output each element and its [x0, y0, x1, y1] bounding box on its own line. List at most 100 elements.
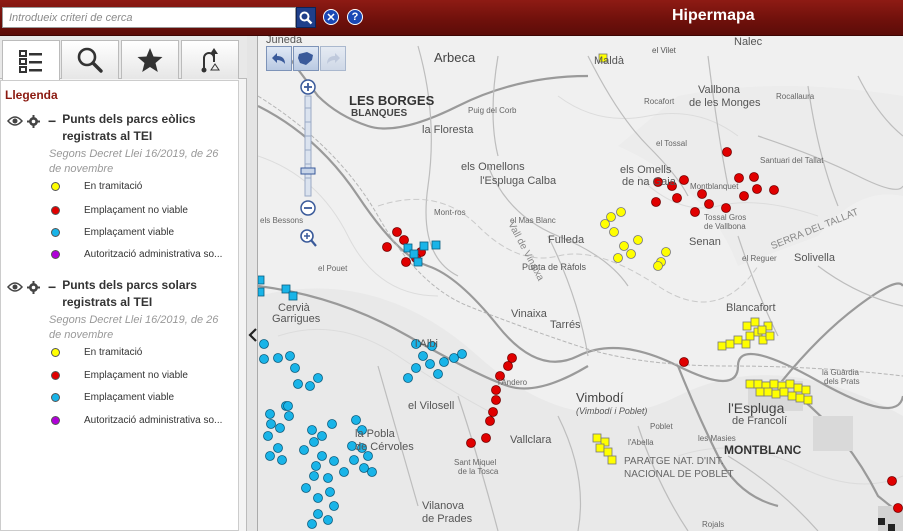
- place-label: de Vallbona: [704, 222, 746, 231]
- place-label: Vilanova: [422, 500, 464, 512]
- map-nav-buttons: [266, 46, 346, 71]
- legend-item: En tramitació: [51, 181, 231, 192]
- place-label: dels Prats: [824, 377, 860, 386]
- app-title: Hipermapa: [672, 7, 755, 24]
- star-icon: [137, 48, 163, 72]
- full-extent-button[interactable]: [293, 46, 319, 71]
- place-label: Vallbona: [698, 84, 740, 96]
- place-label: Nalec: [734, 36, 763, 48]
- place-label: Vimbodí: [576, 390, 624, 405]
- clear-search-button[interactable]: ✕: [323, 9, 339, 25]
- place-label: Puig del Corb: [468, 106, 517, 115]
- place-label: l'Andero: [498, 378, 528, 387]
- gear-icon[interactable]: [27, 114, 40, 128]
- place-label: de la Tosca: [458, 467, 499, 476]
- back-button[interactable]: [266, 46, 292, 71]
- eye-icon[interactable]: [7, 115, 23, 127]
- place-label: Rojals: [702, 520, 725, 529]
- catalonia-map-icon: [298, 51, 313, 65]
- map-view[interactable]: Juneda Arbeca LES BORGES BLANQUES Maldà …: [258, 36, 903, 531]
- legend-swatch-yellow: [51, 348, 60, 357]
- legend-swatch-purple: [51, 250, 60, 259]
- layer-wind-title: Punts dels parcs eòlics registrats al TE…: [62, 112, 196, 143]
- place-label: Montblanquet: [690, 182, 739, 191]
- top-bar: ✕ ? Hipermapa: [0, 0, 903, 36]
- place-label: Fulleda: [548, 234, 585, 246]
- close-icon: ✕: [326, 11, 336, 24]
- place-label: NACIONAL DE POBLET: [624, 469, 734, 480]
- legend-swatch-yellow: [51, 182, 60, 191]
- place-label: els Omellons: [461, 161, 525, 173]
- place-label: el Pouet: [318, 264, 348, 273]
- place-label: de les Monges: [689, 97, 761, 109]
- legend-swatch-red: [51, 371, 60, 380]
- place-label: l'Espluga Calba: [480, 175, 557, 187]
- place-label: el Vilet: [652, 46, 676, 55]
- chevron-left-icon[interactable]: [248, 328, 258, 342]
- place-label: Vinaixa: [511, 308, 547, 320]
- tab-favorites[interactable]: [121, 40, 179, 79]
- place-label: LES BORGES: [349, 93, 435, 108]
- place-label: les Masies: [698, 434, 736, 443]
- collapse-icon[interactable]: −: [48, 113, 56, 129]
- panel-splitter[interactable]: [247, 36, 258, 531]
- legend-list-icon: [19, 49, 42, 73]
- place-label: Punta de Ràfols: [522, 262, 587, 272]
- legend-item: Emplaçament viable: [51, 227, 231, 238]
- layer-solar-subtitle: Segons Decret Llei 16/2019, de 26 de nov…: [49, 314, 219, 341]
- place-label: de Prades: [422, 513, 473, 525]
- place-label: de na Gaia: [622, 176, 676, 188]
- place-label: (Vimbodí i Poblet): [576, 406, 648, 416]
- magnifier-icon: [77, 47, 103, 73]
- tab-legend[interactable]: [2, 40, 60, 80]
- legend-title: Llegenda: [5, 88, 58, 102]
- tab-search[interactable]: [61, 40, 119, 79]
- place-label: Solivella: [794, 252, 835, 264]
- zoom-slider[interactable]: [298, 78, 318, 250]
- help-button[interactable]: ?: [347, 9, 363, 25]
- place-label: Vallclara: [510, 434, 552, 446]
- legend-panel: Llegenda − Punts dels parcs eòlics regis…: [0, 80, 239, 531]
- legend-swatch-cyan: [51, 228, 60, 237]
- place-label: Juneda: [266, 36, 303, 46]
- layer-wind-subtitle: Segons Decret Llei 16/2019, de 26 de nov…: [49, 148, 219, 175]
- place-label: els Omells: [620, 164, 672, 176]
- search-icon: [299, 11, 313, 24]
- legend-item: Emplaçament no viable: [51, 205, 231, 216]
- layer-wind-header: − Punts dels parcs eòlics registrats al …: [7, 111, 212, 145]
- place-label: de Cérvoles: [355, 441, 414, 453]
- place-label: el Vilosell: [408, 400, 455, 412]
- eye-icon[interactable]: [7, 281, 23, 293]
- place-label: Arbeca: [434, 50, 476, 65]
- legend-item: Autorització administrativa so...: [51, 249, 231, 260]
- place-label: l'Albi: [415, 338, 438, 350]
- help-icon: ?: [351, 11, 359, 23]
- place-label: Garrigues: [272, 313, 321, 325]
- gear-icon[interactable]: [27, 280, 40, 294]
- forward-button[interactable]: [320, 46, 346, 71]
- arrow-left-icon: [272, 52, 285, 64]
- collapse-icon[interactable]: −: [48, 279, 56, 295]
- panel-tabs: [0, 36, 247, 80]
- arrow-right-icon: [327, 52, 340, 64]
- legend-swatch-purple: [51, 416, 60, 425]
- place-label: de Francolí: [732, 415, 788, 427]
- place-label: la Pobla: [355, 428, 395, 440]
- search-button[interactable]: [296, 7, 316, 28]
- place-label: Maldà: [594, 55, 624, 67]
- place-label: MONTBLANC: [724, 443, 802, 457]
- place-label: Sant Miquel: [454, 458, 497, 467]
- legend-item: Autorització administrativa so...: [51, 415, 231, 426]
- place-label: Santuari del Tallat: [760, 156, 824, 165]
- place-label: l'Abella: [628, 438, 654, 447]
- place-label: PARATGE NAT. D'INT.: [624, 456, 724, 467]
- route-icon: [201, 48, 220, 73]
- legend-item: Emplaçament viable: [51, 392, 231, 403]
- place-label: Poblet: [650, 422, 673, 431]
- place-label: Rocafort: [644, 97, 675, 106]
- search-input[interactable]: [2, 7, 296, 28]
- tab-route[interactable]: [181, 40, 239, 79]
- place-label: la Floresta: [422, 124, 474, 136]
- place-label: el Tossal: [656, 139, 687, 148]
- zoom-control: [298, 78, 318, 250]
